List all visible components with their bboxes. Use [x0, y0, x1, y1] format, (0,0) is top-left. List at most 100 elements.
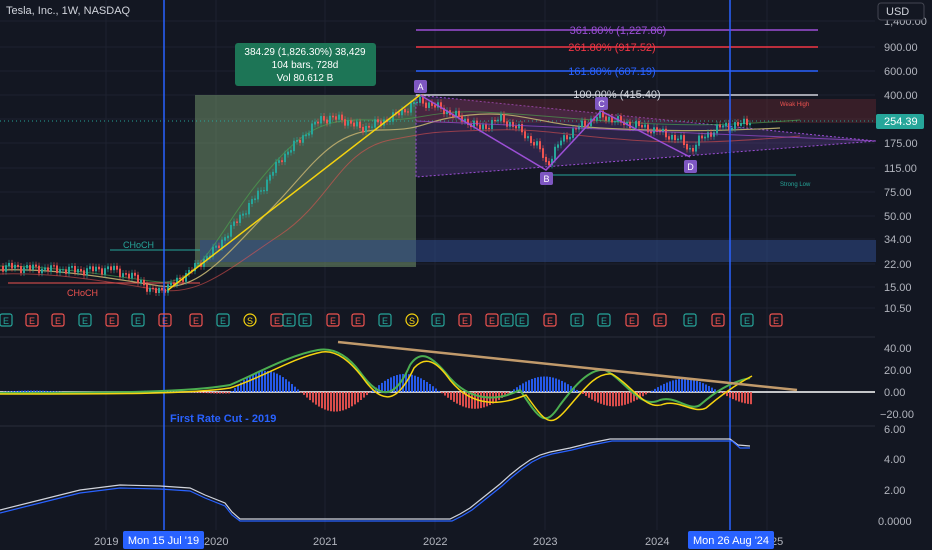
candle[interactable]: [614, 121, 616, 123]
candle[interactable]: [734, 122, 736, 129]
candle[interactable]: [227, 235, 229, 239]
candle[interactable]: [278, 160, 280, 163]
candle[interactable]: [698, 135, 700, 146]
candle[interactable]: [668, 136, 670, 140]
candle[interactable]: [299, 139, 301, 143]
candle[interactable]: [128, 273, 130, 279]
split-event-icon[interactable]: S: [243, 313, 257, 327]
candle[interactable]: [731, 127, 733, 130]
candle[interactable]: [311, 123, 313, 135]
pattern-point-c[interactable]: C: [595, 97, 608, 110]
candle[interactable]: [110, 266, 112, 271]
earnings-event-icon[interactable]: E: [500, 313, 514, 327]
candle[interactable]: [17, 264, 19, 268]
candle[interactable]: [86, 268, 88, 276]
candle[interactable]: [5, 265, 7, 272]
candle[interactable]: [512, 122, 514, 127]
candle[interactable]: [608, 116, 610, 121]
earnings-event-icon[interactable]: E: [216, 313, 230, 327]
candle[interactable]: [56, 265, 58, 273]
time-marker-right[interactable]: Mon 26 Aug '24: [688, 531, 774, 549]
earnings-event-icon[interactable]: E: [458, 313, 472, 327]
candle[interactable]: [80, 269, 82, 272]
earnings-event-icon[interactable]: E: [570, 313, 584, 327]
candle[interactable]: [44, 267, 46, 270]
candle[interactable]: [674, 134, 676, 141]
candle[interactable]: [2, 266, 4, 272]
candle[interactable]: [140, 279, 142, 283]
candle[interactable]: [530, 136, 532, 144]
candle[interactable]: [143, 279, 145, 286]
candle[interactable]: [704, 136, 706, 139]
candle[interactable]: [134, 272, 136, 276]
candle[interactable]: [161, 287, 163, 290]
candle[interactable]: [665, 128, 667, 138]
earnings-event-icon[interactable]: E: [485, 313, 499, 327]
candle[interactable]: [77, 269, 79, 273]
candle[interactable]: [179, 277, 181, 280]
earnings-event-icon[interactable]: E: [158, 313, 172, 327]
candle[interactable]: [560, 140, 562, 146]
candle[interactable]: [104, 268, 106, 275]
earnings-event-icon[interactable]: E: [0, 313, 13, 327]
candle[interactable]: [506, 121, 508, 127]
candle[interactable]: [287, 151, 289, 155]
earnings-event-icon[interactable]: E: [769, 313, 783, 327]
candle[interactable]: [269, 174, 271, 181]
earnings-event-icon[interactable]: E: [431, 313, 445, 327]
time-marker-left[interactable]: Mon 15 Jul '19: [123, 531, 204, 549]
candle[interactable]: [71, 265, 73, 268]
candle[interactable]: [23, 267, 25, 273]
candle[interactable]: [47, 267, 49, 272]
candle[interactable]: [335, 116, 337, 120]
candle[interactable]: [680, 135, 682, 140]
split-event-icon[interactable]: S: [405, 313, 419, 327]
candle[interactable]: [545, 156, 547, 163]
candle[interactable]: [404, 109, 406, 113]
candle[interactable]: [59, 269, 61, 273]
candle[interactable]: [53, 265, 55, 267]
earnings-event-icon[interactable]: E: [105, 313, 119, 327]
earnings-event-icon[interactable]: E: [378, 313, 392, 327]
candle[interactable]: [257, 190, 259, 200]
candle[interactable]: [272, 171, 274, 176]
fib-lines[interactable]: [416, 29, 818, 96]
candle[interactable]: [362, 126, 364, 133]
candle[interactable]: [41, 268, 43, 274]
earnings-event-icon[interactable]: E: [282, 313, 296, 327]
candle[interactable]: [332, 115, 334, 118]
candle[interactable]: [32, 264, 34, 270]
candle[interactable]: [605, 116, 607, 121]
candle[interactable]: [575, 128, 577, 130]
candle[interactable]: [260, 190, 262, 192]
candle[interactable]: [749, 123, 751, 126]
earnings-event-icon[interactable]: E: [625, 313, 639, 327]
candle[interactable]: [305, 134, 307, 137]
candle[interactable]: [707, 132, 709, 138]
candle[interactable]: [497, 119, 499, 122]
symbol-title[interactable]: Tesla, Inc., 1W, NASDAQ: [6, 5, 131, 17]
candle[interactable]: [308, 133, 310, 136]
candle[interactable]: [596, 117, 598, 121]
earnings-event-icon[interactable]: E: [326, 313, 340, 327]
candle[interactable]: [14, 264, 16, 269]
candle[interactable]: [149, 287, 151, 292]
candle[interactable]: [242, 213, 244, 216]
candle[interactable]: [407, 111, 409, 113]
candle[interactable]: [368, 125, 370, 128]
earnings-event-icon[interactable]: E: [711, 313, 725, 327]
candle[interactable]: [116, 265, 118, 270]
candle[interactable]: [248, 202, 250, 215]
candle[interactable]: [236, 221, 238, 223]
candle[interactable]: [476, 120, 478, 126]
candle[interactable]: [146, 284, 148, 292]
candle[interactable]: [725, 122, 727, 127]
earnings-event-icon[interactable]: E: [78, 313, 92, 327]
candle[interactable]: [8, 262, 10, 267]
candle[interactable]: [92, 266, 94, 272]
candle[interactable]: [410, 102, 412, 113]
candle[interactable]: [413, 102, 415, 104]
earnings-event-icon[interactable]: E: [683, 313, 697, 327]
candle[interactable]: [548, 161, 550, 166]
candle[interactable]: [83, 270, 85, 276]
